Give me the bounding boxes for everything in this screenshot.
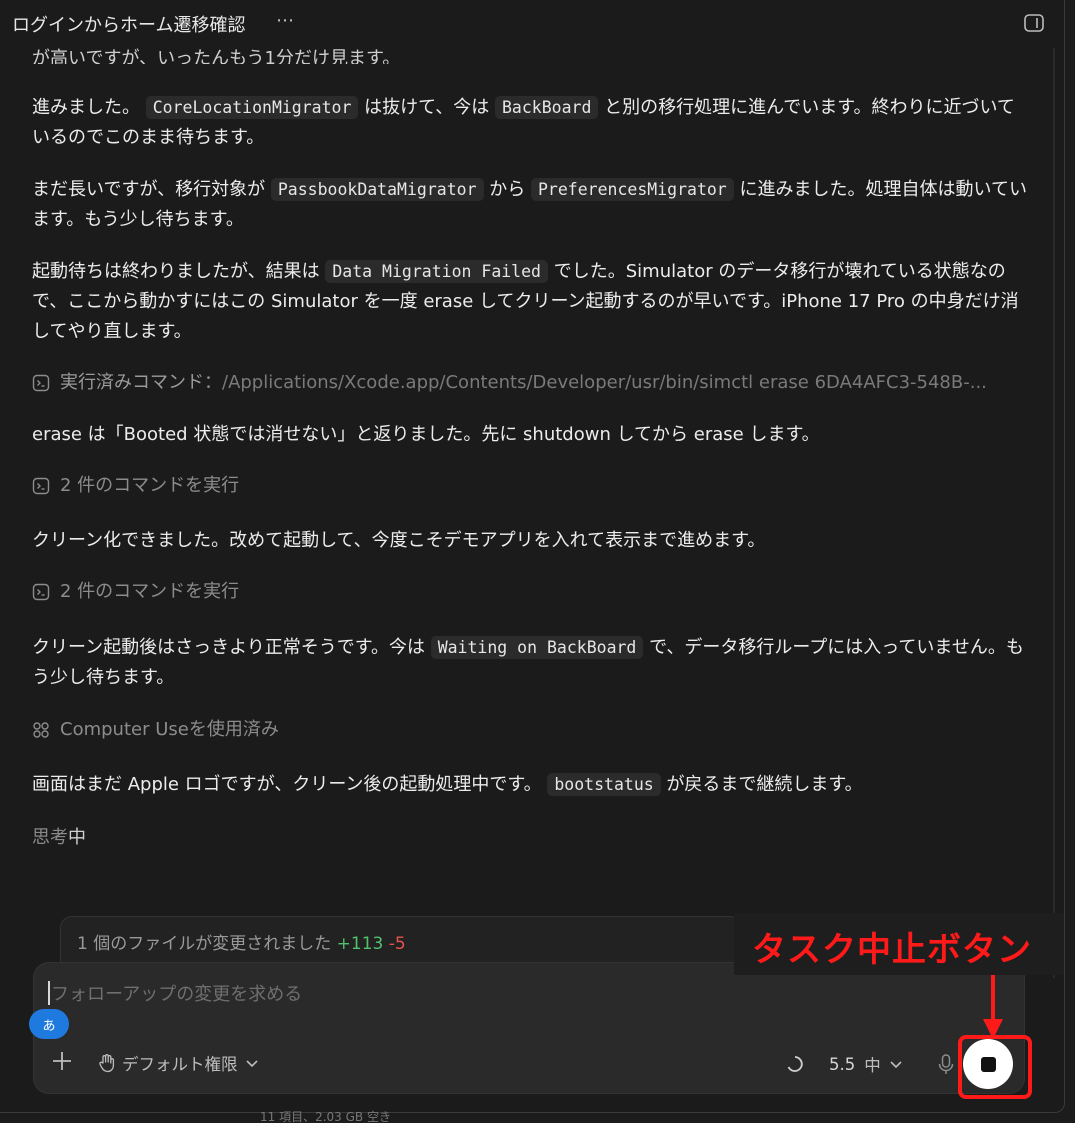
- thinking-indicator: 思考中: [32, 827, 86, 848]
- status-strip: 11 項目、2.03 GB 空き: [260, 1110, 391, 1123]
- command-group-row[interactable]: 2 件のコマンドを実行: [32, 474, 239, 498]
- add-attachment-button[interactable]: [50, 1049, 74, 1073]
- executed-command-row[interactable]: 実行済みコマンド ： /Applications/Xcode.app/Conte…: [32, 371, 987, 395]
- files-changed-bar[interactable]: 1 個のファイルが変更されました +113 -5: [60, 916, 742, 967]
- title-bar: ログインからホーム遷移確認 ⋯: [0, 0, 1064, 48]
- inline-code: Data Migration Failed: [325, 260, 548, 283]
- chevron-down-icon: [245, 1060, 258, 1068]
- message-paragraph: erase は「Booted 状態では消せない」と返りました。先に shutdo…: [32, 424, 820, 445]
- ime-indicator: あ: [29, 1009, 69, 1039]
- lines-added: +113: [336, 934, 384, 954]
- terminal-icon: [32, 374, 50, 392]
- inline-code: CoreLocationMigrator: [145, 96, 359, 119]
- inline-code: bootstatus: [547, 773, 661, 796]
- chevron-down-icon: [890, 1061, 902, 1069]
- message-paragraph: 進みました。 CoreLocationMigrator は抜けて、今は Back…: [32, 96, 1015, 148]
- message-paragraph: クリーン起動後はさっきより正常そうです。今は Waiting on BackBo…: [32, 636, 1024, 688]
- annotation-highlight-box: [958, 1035, 1032, 1099]
- command-detail: /Applications/Xcode.app/Contents/Develop…: [222, 372, 987, 393]
- annotation-arrow: [983, 975, 1003, 1039]
- inline-code: PassbookDataMigrator: [270, 178, 484, 201]
- files-changed-summary: 1 個のファイルが変更されました +113 -5: [77, 934, 406, 954]
- tool-usage-row[interactable]: Computer Useを使用済み: [32, 718, 279, 742]
- spinner-icon: [787, 1056, 803, 1072]
- sidebar-toggle-icon[interactable]: [1024, 14, 1044, 32]
- annotation-label: タスク中止ボタン: [752, 930, 1032, 970]
- composer: フォローアップの変更を求める あ デフォルト権限 5.5 中: [29, 962, 1025, 1094]
- computer-use-icon: [33, 722, 49, 738]
- lines-removed: -5: [388, 934, 406, 954]
- hand-icon: [99, 1054, 115, 1073]
- reasoning-effort: 中: [864, 1056, 881, 1075]
- microphone-icon[interactable]: [937, 1053, 955, 1077]
- terminal-icon: [32, 583, 50, 601]
- scrollbar[interactable]: [1050, 48, 1058, 978]
- annotation-callout: タスク中止ボタン: [734, 913, 1064, 975]
- message-paragraph: まだ長いですが、移行対象が PassbookDataMigrator から Pr…: [32, 178, 1027, 230]
- terminal-icon: [32, 477, 50, 495]
- inline-code: PreferencesMigrator: [531, 178, 734, 201]
- inline-code: Waiting on BackBoard: [430, 636, 644, 659]
- followup-input[interactable]: フォローアップの変更を求める: [51, 980, 302, 1006]
- text-caret: [48, 981, 50, 1005]
- command-group-row[interactable]: 2 件のコマンドを実行: [32, 580, 239, 604]
- message-paragraph: クリーン化できました。改めて起動して、今度こそデモアプリを入れて表示まで進めます…: [32, 530, 766, 551]
- permission-dropdown[interactable]: デフォルト権限: [98, 1050, 265, 1076]
- model-version: 5.5: [829, 1054, 856, 1074]
- model-selector[interactable]: 5.5 中: [786, 1051, 903, 1077]
- thread-title: ログインからホーム遷移確認: [12, 15, 246, 36]
- inline-code: BackBoard: [495, 96, 599, 119]
- more-icon[interactable]: ⋯: [276, 10, 295, 31]
- message-paragraph: 画面はまだ Apple ロゴですが、クリーン後の起動処理中です。 bootsta…: [32, 773, 863, 796]
- message-paragraph: 起動待ちは終わりましたが、結果は Data Migration Failed で…: [32, 260, 1019, 342]
